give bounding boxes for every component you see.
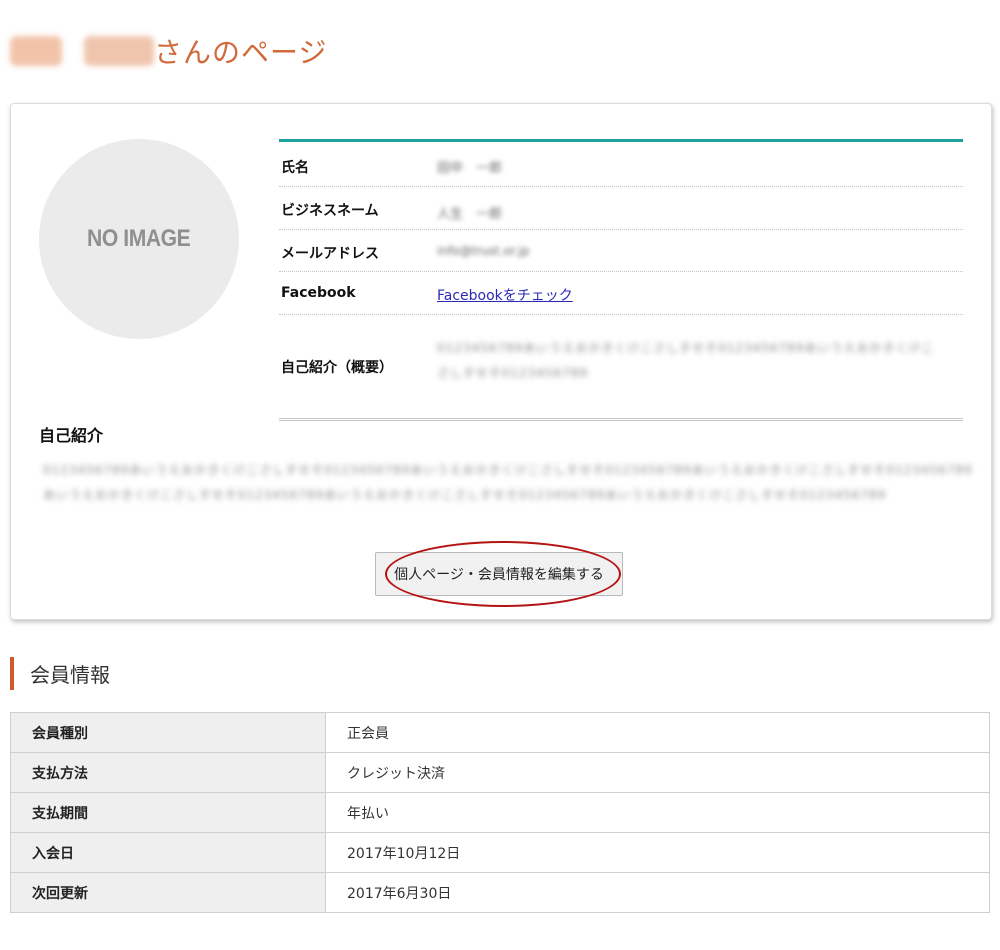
row-value: 2017年6月30日: [325, 872, 990, 913]
info-value: 田中 一郎: [437, 161, 503, 176]
table-row: 支払方法 クレジット決済: [10, 752, 990, 793]
row-label: 会員種別: [10, 712, 326, 753]
row-label: 入会日: [10, 832, 326, 873]
info-label: 自己紹介（概要）: [281, 360, 393, 376]
no-image-label: NO IMAGE: [87, 225, 191, 252]
member-info-heading: 会員情報: [10, 657, 110, 690]
intro-text: 0123456789あいうえおかきくけこさしすせそ0123456789あいうえお…: [43, 463, 973, 502]
profile-card: NO IMAGE 氏名 田中 一郎 ビジネスネーム 人生 一郎 メールアドレス …: [10, 103, 992, 620]
page-title: さんのページ: [10, 30, 327, 72]
table-row: 支払期間 年払い: [10, 792, 990, 833]
table-row: 入会日 2017年10月12日: [10, 832, 990, 873]
info-row-email: メールアドレス info@trust.or.jp: [279, 230, 963, 272]
row-label: 次回更新: [10, 872, 326, 913]
heading-accent-bar: [10, 657, 14, 690]
page-title-text: さんのページ: [154, 36, 328, 69]
member-info-table: 会員種別 正会員 支払方法 クレジット決済 支払期間 年払い 入会日 2017年…: [10, 712, 990, 913]
info-row-business-name: ビジネスネーム 人生 一郎: [279, 187, 963, 230]
info-row-facebook: Facebook Facebookをチェック: [279, 272, 963, 315]
info-row-summary: 自己紹介（概要） 0123456789あいうえおかきくけこさしすせそ012345…: [279, 315, 963, 421]
intro-heading: 自己紹介: [39, 426, 104, 445]
table-row: 会員種別 正会員: [10, 712, 990, 753]
row-value: 2017年10月12日: [325, 832, 990, 873]
blurred-name-part: [84, 36, 154, 66]
row-label: 支払期間: [10, 792, 326, 833]
member-info-title: 会員情報: [30, 663, 110, 687]
info-label: Facebook: [281, 285, 356, 301]
avatar: NO IMAGE: [39, 139, 239, 339]
info-label: メールアドレス: [281, 246, 379, 262]
row-value: クレジット決済: [325, 752, 990, 793]
info-value: 人生 一郎: [437, 207, 503, 222]
blurred-name-part: [10, 36, 62, 66]
info-value: info@trust.or.jp: [437, 244, 530, 258]
row-label: 支払方法: [10, 752, 326, 793]
facebook-link[interactable]: Facebookをチェック: [437, 285, 573, 305]
info-row-name: 氏名 田中 一郎: [279, 142, 963, 187]
edit-profile-button[interactable]: 個人ページ・会員情報を編集する: [375, 552, 623, 596]
info-label: 氏名: [281, 160, 309, 176]
profile-info-table: 氏名 田中 一郎 ビジネスネーム 人生 一郎 メールアドレス info@trus…: [279, 139, 963, 421]
info-value: 0123456789あいうえおかきくけこさしすせそ0123456789あいうえお…: [437, 341, 935, 380]
table-row: 次回更新 2017年6月30日: [10, 872, 990, 913]
info-label: ビジネスネーム: [281, 203, 379, 219]
row-value: 正会員: [325, 712, 990, 753]
row-value: 年払い: [325, 792, 990, 833]
